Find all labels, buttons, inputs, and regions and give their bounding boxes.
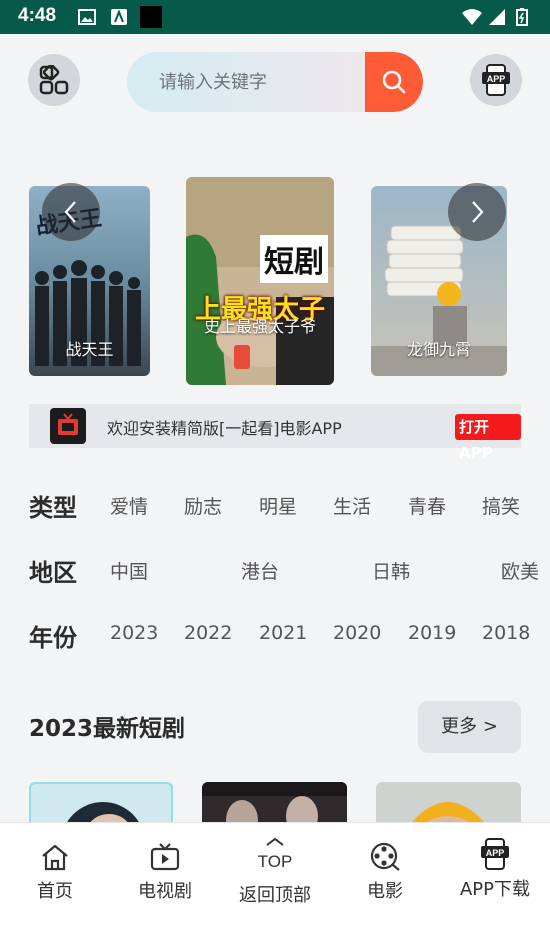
carousel-card-2[interactable]: 短剧 上最强太子 史上最强太子爷	[186, 177, 334, 385]
filter-label-type: 类型	[29, 494, 77, 522]
app-install-banner[interactable]: 欢迎安装精简版[一起看]电影APP 打开APP	[29, 404, 521, 462]
tab-label: APP下载	[459, 879, 531, 900]
app-badge-text: APP	[486, 848, 505, 858]
filter-region-item[interactable]: 中国	[110, 557, 148, 584]
category-menu-button[interactable]	[28, 54, 80, 106]
filter-year-item[interactable]: 2019	[408, 622, 456, 644]
banner-text: 欢迎安装精简版[一起看]电影APP	[107, 419, 342, 438]
app-phone-icon: APP	[482, 64, 510, 96]
tab-label: 电影	[367, 881, 403, 902]
tab-label: 首页	[37, 881, 73, 902]
filter-type-item[interactable]: 明星	[259, 492, 297, 519]
app-notification-icon	[111, 9, 127, 25]
carousel-caption: 战天王	[65, 340, 114, 359]
filter-type-item[interactable]: 励志	[184, 492, 222, 519]
poster-title-text: 短剧	[260, 235, 328, 283]
filter-region-item[interactable]: 欧美	[501, 557, 539, 584]
search-input[interactable]: 请输入关键字	[159, 68, 267, 94]
filter-year-item[interactable]: 2018	[482, 622, 530, 644]
bottom-tab-bar: 首页 电视剧 TOP 返回顶部 电影 APP APP下载	[0, 822, 550, 926]
wifi-icon	[462, 9, 482, 25]
tab-app-download[interactable]: APP APP下载	[440, 823, 550, 926]
app-download-header-button[interactable]: APP	[470, 54, 522, 106]
tv-icon	[150, 843, 180, 871]
black-square-icon	[140, 6, 162, 28]
search-box[interactable]: 请输入关键字	[127, 52, 423, 112]
filter-type-item[interactable]: 青春	[408, 492, 446, 519]
filter-region-item[interactable]: 日韩	[372, 557, 410, 584]
chevron-right-icon	[472, 201, 484, 223]
tab-label: 返回顶部	[239, 885, 311, 906]
battery-icon	[516, 8, 528, 26]
gallery-icon	[78, 9, 96, 25]
top-icon: TOP	[258, 837, 293, 871]
tab-label: 电视剧	[138, 881, 192, 902]
filter-year-item[interactable]: 2021	[259, 622, 307, 644]
filter-label-year: 年份	[29, 624, 77, 652]
search-icon	[382, 70, 406, 94]
home-icon	[42, 844, 68, 871]
tab-tv[interactable]: 电视剧	[110, 823, 220, 926]
signal-icon	[489, 9, 505, 25]
carousel-prev-button[interactable]	[42, 183, 100, 241]
filter-year-item[interactable]: 2020	[333, 622, 381, 644]
section-title: 2023最新短剧	[29, 716, 186, 742]
search-button[interactable]	[365, 52, 423, 112]
carousel-caption: 史上最强太子爷	[203, 317, 316, 336]
status-bar: 4:48	[0, 0, 550, 34]
chevron-left-icon	[64, 201, 76, 223]
filter-year-item[interactable]: 2023	[110, 622, 158, 644]
film-reel-icon	[370, 842, 400, 871]
filter-type-item[interactable]: 爱情	[110, 492, 148, 519]
top-text: TOP	[258, 852, 293, 871]
carousel-caption: 龙御九霄	[406, 340, 471, 359]
filter-type-item[interactable]: 搞笑	[482, 492, 520, 519]
filter-label-region: 地区	[29, 559, 77, 587]
open-app-button[interactable]: 打开APP	[455, 414, 521, 462]
svg-text:APP: APP	[487, 74, 506, 84]
app-logo	[50, 408, 86, 444]
filter-year-item[interactable]: 2022	[184, 622, 232, 644]
app-download-icon: APP	[481, 838, 509, 870]
tab-home[interactable]: 首页	[0, 823, 110, 926]
more-button[interactable]: 更多 >	[418, 701, 521, 753]
tab-movie[interactable]: 电影	[330, 823, 440, 926]
filter-type-item[interactable]: 生活	[333, 492, 371, 519]
status-time: 4:48	[18, 5, 57, 26]
tab-back-to-top[interactable]: TOP 返回顶部	[220, 823, 330, 926]
carousel-next-button[interactable]	[448, 183, 506, 241]
grid-icon	[39, 65, 69, 95]
tv-logo-icon	[58, 413, 78, 435]
filter-region-item[interactable]: 港台	[241, 557, 279, 584]
